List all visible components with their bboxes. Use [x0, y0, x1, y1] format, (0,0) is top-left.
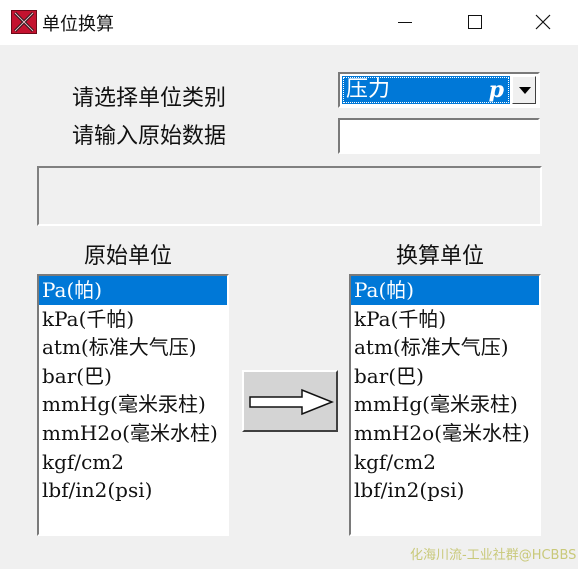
original-value-input[interactable] — [338, 118, 540, 154]
input-label: 请输入原始数据 — [72, 124, 227, 149]
window-title: 单位换算 — [42, 14, 114, 35]
list-item[interactable]: lbf/in2(psi) — [39, 476, 227, 505]
list-item[interactable]: mmHg(毫米汞柱) — [351, 390, 539, 419]
app-icon — [11, 10, 37, 34]
list-item[interactable]: kPa(千帕) — [39, 305, 227, 334]
minimize-button[interactable] — [370, 0, 440, 45]
maximize-button[interactable] — [440, 0, 510, 45]
list-item[interactable]: kgf/cm2 — [39, 448, 227, 477]
list-item[interactable]: atm(标准大气压) — [39, 333, 227, 362]
title-bar[interactable]: 单位换算 — [0, 0, 578, 45]
close-icon — [535, 14, 551, 30]
category-label: 请选择单位类别 — [72, 86, 227, 111]
target-unit-list[interactable]: Pa(帕) kPa(千帕) atm(标准大气压) bar(巴) mmHg(毫米汞… — [349, 274, 541, 536]
chevron-down-icon — [519, 87, 531, 94]
category-selected-value[interactable]: 压力 p — [342, 76, 510, 104]
right-arrow-icon — [249, 388, 334, 416]
list-item[interactable]: atm(标准大气压) — [351, 333, 539, 362]
list-item[interactable]: kgf/cm2 — [351, 448, 539, 477]
minimize-icon — [398, 22, 412, 23]
source-unit-header: 原始单位 — [84, 244, 173, 269]
category-name: 压力 — [346, 77, 391, 102]
list-item[interactable]: mmH2o(毫米水柱) — [351, 419, 539, 448]
target-unit-header: 换算单位 — [396, 244, 485, 269]
convert-button[interactable] — [242, 370, 338, 432]
list-item[interactable]: Pa(帕) — [39, 276, 227, 305]
list-item[interactable]: bar(巴) — [351, 362, 539, 391]
list-item[interactable]: lbf/in2(psi) — [351, 476, 539, 505]
category-symbol: p — [488, 77, 504, 103]
category-select[interactable]: 压力 p — [338, 72, 540, 108]
watermark: 化海川流-工业社群@HCBBS — [410, 548, 577, 563]
list-item[interactable]: kPa(千帕) — [351, 305, 539, 334]
dropdown-button[interactable] — [512, 76, 536, 104]
source-unit-list[interactable]: Pa(帕) kPa(千帕) atm(标准大气压) bar(巴) mmHg(毫米汞… — [37, 274, 229, 536]
list-item[interactable]: mmH2o(毫米水柱) — [39, 419, 227, 448]
result-display — [37, 166, 542, 226]
list-item[interactable]: Pa(帕) — [351, 276, 539, 305]
maximize-icon — [468, 15, 482, 29]
list-item[interactable]: bar(巴) — [39, 362, 227, 391]
list-item[interactable]: mmHg(毫米汞柱) — [39, 390, 227, 419]
close-button[interactable] — [508, 0, 578, 45]
